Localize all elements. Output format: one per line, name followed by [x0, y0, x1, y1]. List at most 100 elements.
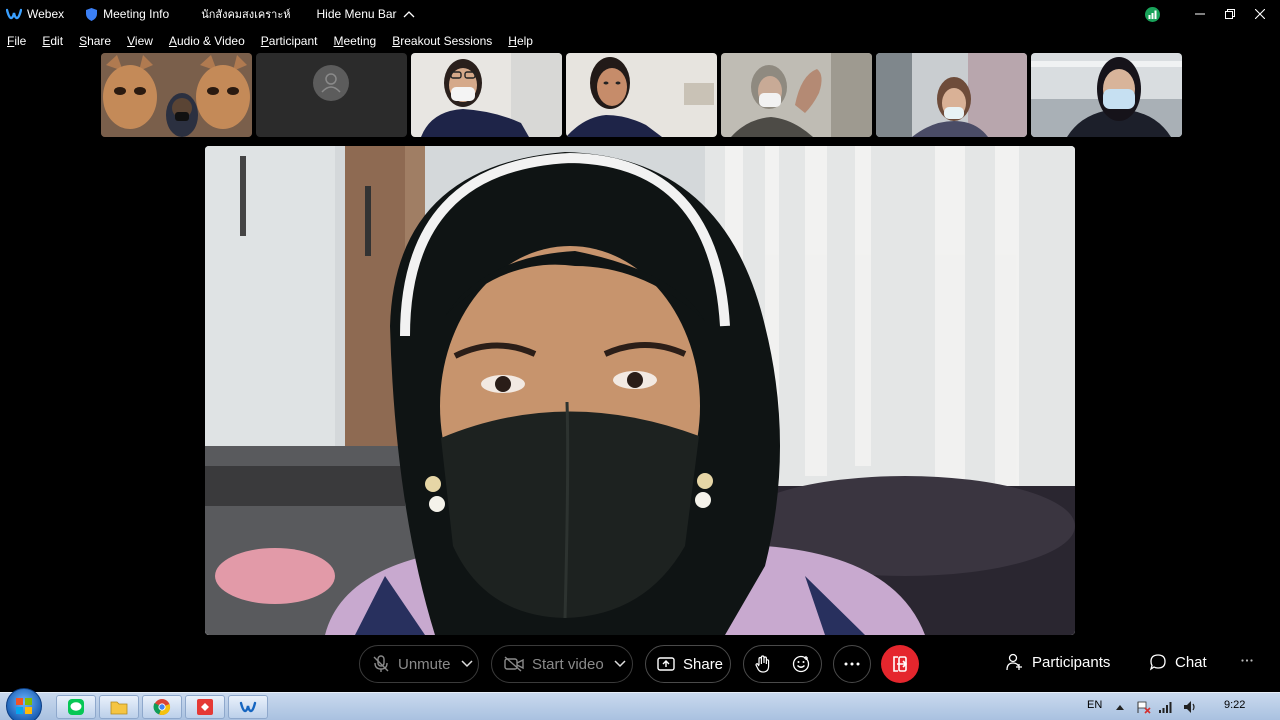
active-speaker-video[interactable] [205, 146, 1075, 635]
menu-view[interactable]: View [119, 34, 161, 48]
participant-video-tile[interactable] [721, 53, 872, 137]
clock[interactable]: 9:22 [1224, 699, 1245, 711]
line-app-icon [68, 699, 84, 715]
menu-edit-label: dit [50, 34, 64, 48]
participant-video [1031, 53, 1182, 137]
menu-file-label: ile [14, 34, 27, 48]
participant-video [721, 53, 872, 137]
participants-button[interactable]: Participants [1006, 653, 1110, 671]
meeting-controls: Unmute Start video Share Participants Ch… [0, 640, 1280, 690]
microphone-muted-icon [373, 655, 389, 672]
volume-icon[interactable] [1183, 700, 1197, 714]
menu-bar: File Edit Share View Audio & Video Parti… [0, 30, 541, 52]
menu-view-label: iew [134, 34, 153, 48]
meeting-name: นักสังคมสงเคราะห์ [201, 9, 291, 21]
participant-video-tile[interactable] [876, 53, 1027, 137]
chat-button[interactable]: Chat [1149, 653, 1207, 671]
menu-help-accel: H [508, 34, 517, 48]
taskbar-webex[interactable] [228, 695, 268, 719]
participant-avatar-tile[interactable] [256, 53, 407, 137]
taskbar-app-red[interactable] [185, 695, 225, 719]
webex-logo-icon [6, 8, 22, 20]
menu-breakout-label: reakout Sessions [400, 34, 493, 48]
menu-breakout-sessions[interactable]: Breakout Sessions [384, 34, 500, 48]
menu-meeting[interactable]: Meeting [326, 34, 385, 48]
menu-audio-video[interactable]: Audio & Video [161, 34, 253, 48]
taskbar-chrome[interactable] [142, 695, 182, 719]
app-name: Webex [27, 7, 65, 21]
unmute-button[interactable]: Unmute [359, 645, 479, 683]
chevron-up-icon [403, 11, 415, 18]
shield-icon [86, 7, 98, 21]
network-signal-icon[interactable] [1158, 700, 1174, 714]
webex-logo-icon [239, 701, 257, 713]
chat-bubble-icon [1149, 654, 1166, 671]
hide-menu-bar-label: Hide Menu Bar [316, 7, 397, 21]
menu-share[interactable]: Share [71, 34, 119, 48]
participant-video-tile[interactable] [1031, 53, 1182, 137]
start-video-label: Start video [532, 655, 604, 673]
participant-video-tile[interactable] [101, 53, 252, 137]
participant-video-tile[interactable] [411, 53, 562, 137]
ellipsis-icon [844, 662, 860, 666]
restore-button[interactable] [1216, 0, 1244, 28]
menu-help-label: elp [516, 34, 533, 48]
speaker-video-frame [205, 146, 1075, 635]
menu-meeting-label: eeting [343, 34, 377, 48]
leave-meeting-button[interactable] [881, 645, 919, 683]
emoji-reaction-icon[interactable] [792, 655, 810, 673]
participant-video [101, 53, 252, 137]
folder-icon [110, 701, 128, 715]
menu-participant-label: articipant [268, 34, 318, 48]
meeting-info-label: Meeting Info [103, 7, 170, 21]
chevron-down-icon[interactable] [614, 660, 626, 668]
participant-thumbnails [101, 53, 1182, 137]
input-language[interactable]: EN [1087, 699, 1102, 711]
taskbar-file-explorer[interactable] [99, 695, 139, 719]
avatar [313, 65, 349, 101]
minimize-button[interactable] [1186, 0, 1214, 28]
more-options-button[interactable] [833, 645, 871, 683]
menu-help[interactable]: Help [500, 34, 541, 48]
menu-meeting-accel: M [333, 34, 344, 48]
taskbar-line-app[interactable] [56, 695, 96, 719]
leave-icon [893, 656, 908, 672]
participant-video-tile[interactable] [566, 53, 717, 137]
app-icon [197, 699, 213, 715]
raise-hand-icon[interactable] [755, 655, 771, 673]
os-taskbar: EN 9:22 [0, 688, 1280, 720]
share-screen-icon [657, 657, 675, 671]
chat-label: Chat [1175, 653, 1207, 671]
action-center-flag-icon[interactable] [1137, 700, 1151, 714]
start-video-button[interactable]: Start video [491, 645, 633, 683]
hide-menu-bar-button[interactable]: Hide Menu Bar [317, 7, 415, 21]
close-button[interactable] [1246, 0, 1274, 28]
share-button[interactable]: Share [645, 645, 731, 683]
menu-share-accel: S [79, 34, 88, 48]
video-off-icon [504, 656, 524, 672]
menu-audio-video-label: udio & Video [176, 34, 245, 48]
ellipsis-icon [1241, 659, 1253, 662]
app-logo: Webex [6, 6, 64, 22]
menu-participant[interactable]: Participant [253, 34, 326, 48]
start-button[interactable] [6, 688, 42, 720]
meeting-info-button[interactable]: Meeting Info [86, 7, 169, 21]
participant-video [566, 53, 717, 137]
reactions-group [743, 645, 822, 683]
participant-video [411, 53, 562, 137]
more-panels-button[interactable] [1241, 659, 1253, 662]
signal-bars-icon [1148, 10, 1157, 19]
menu-participant-accel: P [260, 34, 269, 48]
menu-share-label: hare [87, 34, 112, 48]
participants-icon [1006, 653, 1022, 671]
share-label: Share [683, 655, 724, 673]
menu-view-accel: V [127, 34, 135, 48]
show-hidden-icons[interactable] [1116, 704, 1124, 710]
participants-label: Participants [1032, 653, 1111, 671]
close-icon [1255, 9, 1265, 19]
menu-edit[interactable]: Edit [34, 34, 71, 48]
restore-icon [1225, 9, 1235, 19]
network-status-icon[interactable] [1145, 6, 1160, 22]
menu-file[interactable]: File [0, 34, 34, 48]
chevron-down-icon[interactable] [461, 660, 473, 668]
